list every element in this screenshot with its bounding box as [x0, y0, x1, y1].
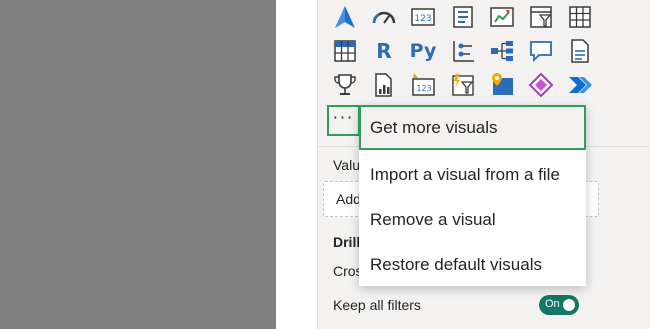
power-automate-icon[interactable]	[567, 72, 593, 98]
add-data-label: Add	[336, 191, 361, 207]
matrix-icon[interactable]	[332, 38, 358, 64]
toggle-on-label: On	[545, 298, 560, 310]
paginated-report-icon[interactable]	[371, 72, 397, 98]
drill-through-heading: Drill	[333, 234, 361, 250]
menu-item-import-visual-from-file[interactable]: Import a visual from a file	[359, 152, 586, 197]
multi-row-card-icon[interactable]	[450, 4, 476, 30]
values-label: Valu	[333, 157, 360, 173]
menu-item-remove-visual[interactable]: Remove a visual	[359, 197, 586, 242]
canvas-gap	[276, 0, 317, 329]
azure-map-icon[interactable]	[332, 4, 358, 30]
filter-spark-icon[interactable]	[450, 72, 476, 98]
kpi-icon[interactable]	[489, 4, 515, 30]
metrics-icon[interactable]	[332, 72, 358, 98]
qa-icon[interactable]	[528, 38, 554, 64]
card-new-icon[interactable]: 123	[410, 72, 436, 98]
keep-all-filters-toggle[interactable]: On	[539, 295, 579, 315]
svg-text:123: 123	[416, 84, 431, 93]
r-visual-label: R	[376, 39, 392, 63]
card-icon[interactable]: 123	[410, 4, 436, 30]
menu-item-restore-default-visuals[interactable]: Restore default visuals	[359, 242, 586, 287]
more-visuals-context-menu: Get more visuals Import a visual from a …	[359, 105, 586, 286]
r-visual-icon[interactable]: R	[371, 38, 397, 64]
power-apps-icon[interactable]	[528, 72, 554, 98]
report-canvas-area	[0, 0, 276, 329]
key-influencers-icon[interactable]	[450, 38, 476, 64]
python-visual-label: Py	[409, 40, 437, 62]
smart-narrative-icon[interactable]	[567, 38, 593, 64]
more-visuals-ellipsis: ···	[332, 108, 355, 127]
more-visuals-button[interactable]: ···	[327, 105, 360, 136]
toggle-knob	[563, 299, 575, 311]
table-icon[interactable]	[567, 4, 593, 30]
slicer-icon[interactable]	[528, 4, 554, 30]
python-visual-icon[interactable]: Py	[409, 38, 437, 64]
menu-item-get-more-visuals[interactable]: Get more visuals	[359, 105, 586, 150]
svg-text:123: 123	[414, 14, 431, 24]
decomposition-tree-icon[interactable]	[489, 38, 515, 64]
gauge-icon[interactable]	[371, 4, 397, 30]
keep-all-filters-label: Keep all filters	[333, 297, 421, 313]
map-pin-icon[interactable]	[489, 72, 515, 98]
